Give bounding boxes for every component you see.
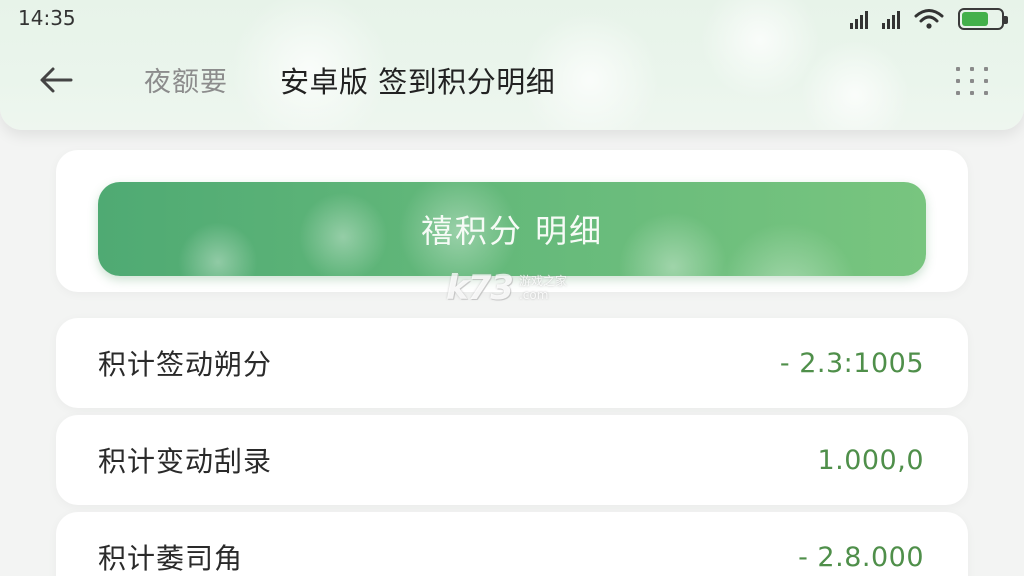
watermark-logo: k73 [446, 268, 514, 308]
row-label: 积计萎司角 [98, 542, 244, 575]
points-detail-label: 禧积分 明细 [420, 212, 604, 250]
watermark-text: 游戏之家 .com [519, 274, 567, 302]
list-row: 积计签动朔分 - 2.3:1005 [56, 318, 968, 408]
grid-dots-icon [956, 67, 960, 71]
watermark: k73 游戏之家 .com [446, 268, 567, 308]
battery-level [962, 12, 988, 26]
list-row: 积计变动刮录 1.000,0 [56, 415, 968, 505]
page-title: 安卓版 签到积分明细 [280, 65, 556, 99]
status-bar: 14:35 [0, 0, 1024, 40]
app-bar: 夜额要 安卓版 签到积分明细 [0, 40, 1024, 120]
points-detail-button[interactable]: 禧积分 明细 [98, 182, 926, 276]
row-value: 1.000,0 [817, 444, 924, 476]
watermark-line2: .com [518, 288, 549, 302]
list-item[interactable]: 积计签动朔分 - 2.3:1005 [56, 318, 968, 408]
back-button[interactable] [32, 60, 80, 100]
watermark-line1: 游戏之家 [518, 274, 567, 288]
more-button[interactable] [952, 64, 992, 98]
row-value: - 2.3:1005 [779, 347, 924, 379]
status-icons [850, 8, 1008, 30]
status-time: 14:35 [18, 6, 76, 30]
row-label: 积计签动朔分 [98, 348, 273, 381]
signal-icon [882, 9, 900, 29]
signal-icon [850, 9, 868, 29]
wifi-icon [914, 9, 944, 29]
back-label[interactable]: 夜额要 [144, 60, 228, 99]
arrow-left-icon [40, 67, 73, 93]
row-value: - 2.8.000 [798, 541, 924, 573]
row-label: 积计变动刮录 [98, 445, 273, 478]
battery-icon [958, 8, 1008, 30]
list-row: 积计萎司角 - 2.8.000 [56, 512, 968, 576]
screen: 14:35 夜额要 安卓版 签到积分明细 禧积分 明细 k73 游戏之家 .co… [0, 0, 1024, 576]
list-item[interactable]: 积计萎司角 - 2.8.000 [56, 512, 968, 576]
list-item[interactable]: 积计变动刮录 1.000,0 [56, 415, 968, 505]
header: 14:35 夜额要 安卓版 签到积分明细 [0, 0, 1024, 130]
